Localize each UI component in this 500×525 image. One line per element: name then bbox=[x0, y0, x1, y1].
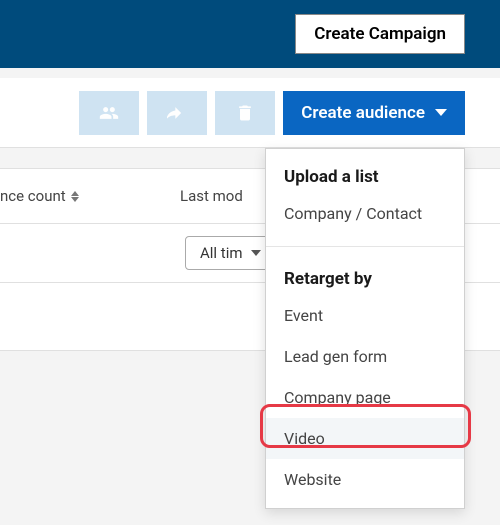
create-audience-button[interactable]: Create audience bbox=[283, 91, 465, 135]
share-icon-button[interactable] bbox=[147, 91, 207, 135]
chevron-down-icon bbox=[435, 109, 447, 116]
column-modified-label: Last mod bbox=[180, 187, 243, 205]
column-last-modified[interactable]: Last mod bbox=[150, 187, 243, 205]
sort-icon bbox=[71, 191, 79, 202]
column-count-label: nce count bbox=[0, 187, 66, 205]
create-audience-dropdown: Upload a list Company / Contact Retarget… bbox=[265, 148, 465, 509]
dropdown-item-website[interactable]: Website bbox=[266, 459, 464, 500]
group-icon bbox=[99, 103, 119, 123]
all-time-label: All tim bbox=[200, 244, 243, 262]
dropdown-item-event[interactable]: Event bbox=[266, 295, 464, 336]
dropdown-heading-upload: Upload a list bbox=[266, 163, 464, 193]
all-time-select[interactable]: All tim bbox=[185, 236, 276, 270]
dropdown-divider bbox=[266, 246, 464, 247]
dropdown-section-upload: Upload a list Company / Contact bbox=[266, 149, 464, 242]
column-audience-count[interactable]: nce count bbox=[0, 187, 150, 205]
dropdown-item-company-page[interactable]: Company page bbox=[266, 377, 464, 418]
dropdown-item-company-contact[interactable]: Company / Contact bbox=[266, 193, 464, 234]
create-campaign-button[interactable]: Create Campaign bbox=[295, 14, 465, 54]
dropdown-heading-retarget: Retarget by bbox=[266, 265, 464, 295]
dropdown-item-video[interactable]: Video bbox=[266, 418, 464, 459]
share-icon bbox=[167, 103, 187, 123]
toolbar: Create audience bbox=[0, 78, 500, 148]
chevron-down-icon bbox=[251, 250, 261, 256]
group-icon-button[interactable] bbox=[79, 91, 139, 135]
dropdown-item-lead-gen-form[interactable]: Lead gen form bbox=[266, 336, 464, 377]
dropdown-section-retarget: Retarget by Event Lead gen form Company … bbox=[266, 251, 464, 508]
trash-icon bbox=[235, 103, 255, 123]
top-banner: Create Campaign bbox=[0, 0, 500, 68]
delete-icon-button[interactable] bbox=[215, 91, 275, 135]
create-audience-label: Create audience bbox=[301, 103, 425, 123]
